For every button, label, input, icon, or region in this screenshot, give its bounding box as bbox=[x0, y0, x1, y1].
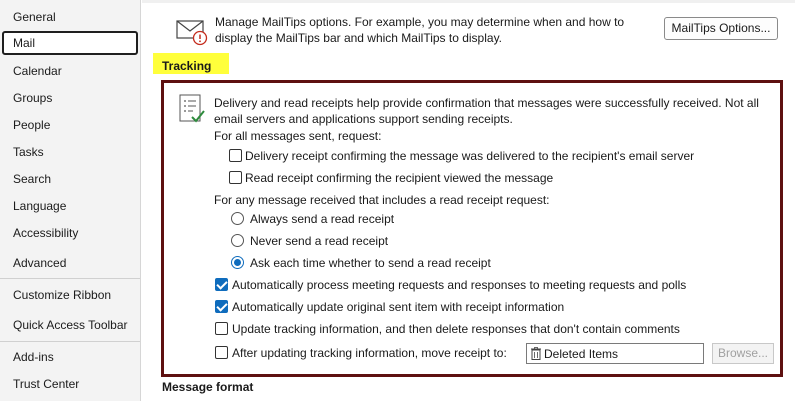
sidebar-item-mail[interactable]: Mail bbox=[2, 31, 138, 55]
sidebar-item-customize-ribbon[interactable]: Customize Ribbon bbox=[2, 283, 138, 307]
delivery-receipt-checkbox[interactable] bbox=[229, 149, 242, 162]
sidebar-item-people[interactable]: People bbox=[2, 113, 138, 137]
sent-request-label: For all messages sent, request: bbox=[214, 129, 382, 143]
move-receipt-checkbox[interactable] bbox=[215, 346, 228, 359]
move-receipt-label[interactable]: After updating tracking information, mov… bbox=[232, 346, 507, 360]
received-request-label: For any message received that includes a… bbox=[214, 193, 550, 207]
sidebar-item-quick-access-toolbar[interactable]: Quick Access Toolbar bbox=[2, 313, 138, 337]
read-receipt-label[interactable]: Read receipt confirming the recipient vi… bbox=[245, 171, 553, 185]
tracking-heading-highlight: Tracking bbox=[153, 53, 229, 74]
auto-update-checkbox[interactable] bbox=[215, 300, 228, 313]
auto-process-label[interactable]: Automatically process meeting requests a… bbox=[232, 278, 686, 292]
read-receipt-checkbox[interactable] bbox=[229, 171, 242, 184]
sidebar-item-general[interactable]: General bbox=[2, 5, 138, 29]
sidebar-item-calendar[interactable]: Calendar bbox=[2, 59, 138, 83]
never-send-label[interactable]: Never send a read receipt bbox=[250, 234, 388, 248]
always-send-radio[interactable] bbox=[231, 212, 244, 225]
sidebar-divider bbox=[0, 278, 140, 279]
never-send-radio[interactable] bbox=[231, 234, 244, 247]
message-format-heading: Message format bbox=[162, 380, 254, 394]
options-sidebar: General Mail Calendar Groups People Task… bbox=[0, 0, 141, 401]
always-send-label[interactable]: Always send a read receipt bbox=[250, 212, 394, 226]
sidebar-item-tasks[interactable]: Tasks bbox=[2, 140, 138, 164]
sidebar-divider bbox=[0, 341, 140, 342]
auto-process-checkbox[interactable] bbox=[215, 278, 228, 291]
sidebar-item-search[interactable]: Search bbox=[2, 167, 138, 191]
tracking-heading: Tracking bbox=[162, 59, 212, 73]
mailtips-description: Manage MailTips options. For example, yo… bbox=[215, 15, 625, 45]
sidebar-item-advanced[interactable]: Advanced bbox=[2, 251, 138, 275]
auto-update-label[interactable]: Automatically update original sent item … bbox=[232, 300, 564, 314]
options-main-panel: Manage MailTips options. For example, yo… bbox=[142, 0, 799, 401]
browse-button[interactable]: Browse... bbox=[712, 343, 774, 364]
update-delete-checkbox[interactable] bbox=[215, 322, 228, 335]
sidebar-item-add-ins[interactable]: Add-ins bbox=[2, 345, 138, 369]
receipt-folder-value: Deleted Items bbox=[544, 347, 619, 361]
tracking-description: Delivery and read receipts help provide … bbox=[214, 96, 759, 126]
sidebar-item-language[interactable]: Language bbox=[2, 194, 138, 218]
sidebar-item-trust-center[interactable]: Trust Center bbox=[2, 372, 138, 396]
scroll-edge bbox=[142, 0, 799, 3]
sidebar-item-groups[interactable]: Groups bbox=[2, 86, 138, 110]
update-delete-label[interactable]: Update tracking information, and then de… bbox=[232, 322, 680, 336]
mailtips-options-button[interactable]: MailTips Options... bbox=[664, 17, 778, 40]
scrollbar[interactable] bbox=[795, 0, 799, 401]
tracking-section-frame: Delivery and read receipts help provide … bbox=[161, 80, 783, 377]
envelope-warning-icon bbox=[176, 20, 208, 46]
ask-each-time-radio[interactable] bbox=[231, 256, 244, 269]
trash-icon bbox=[531, 347, 541, 360]
checklist-icon bbox=[179, 94, 205, 123]
sidebar-item-accessibility[interactable]: Accessibility bbox=[2, 221, 138, 245]
receipt-folder-field[interactable]: Deleted Items bbox=[526, 343, 704, 364]
ask-each-time-label[interactable]: Ask each time whether to send a read rec… bbox=[250, 256, 491, 270]
delivery-receipt-label[interactable]: Delivery receipt confirming the message … bbox=[245, 149, 694, 163]
